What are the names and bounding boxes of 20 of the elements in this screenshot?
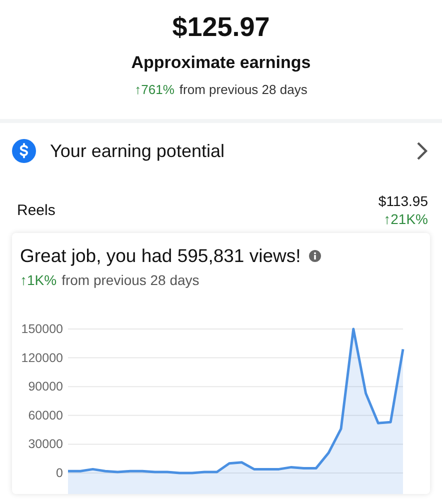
tick-label: 120000 — [21, 350, 63, 365]
tick-label: 90000 — [28, 380, 63, 394]
tick-label: 150000 — [21, 322, 63, 336]
change-percent: ↑761% — [134, 82, 174, 97]
earnings-amount: $125.97 — [172, 12, 270, 43]
tick-label: 0 — [56, 466, 63, 480]
breakdown-label: Reels — [17, 202, 56, 218]
tick-label: 30000 — [28, 437, 63, 452]
info-icon[interactable] — [308, 250, 321, 262]
change-label: from previous 28 days — [62, 272, 200, 288]
breakdown-change: ↑21K% — [384, 211, 428, 227]
earning-potential-row[interactable]: Your earning potential — [0, 123, 442, 179]
views-title: Great job, you had 595,831 views! — [20, 245, 301, 267]
earnings-label: Approximate earnings — [131, 53, 311, 73]
change-label: from previous 28 days — [179, 82, 308, 97]
chevron-right-icon — [416, 141, 428, 161]
dollar-icon — [12, 139, 36, 163]
breakdown-amount: $113.95 — [378, 193, 428, 209]
change-percent: ↑1K% — [20, 272, 57, 288]
tick-label: 60000 — [28, 408, 63, 422]
